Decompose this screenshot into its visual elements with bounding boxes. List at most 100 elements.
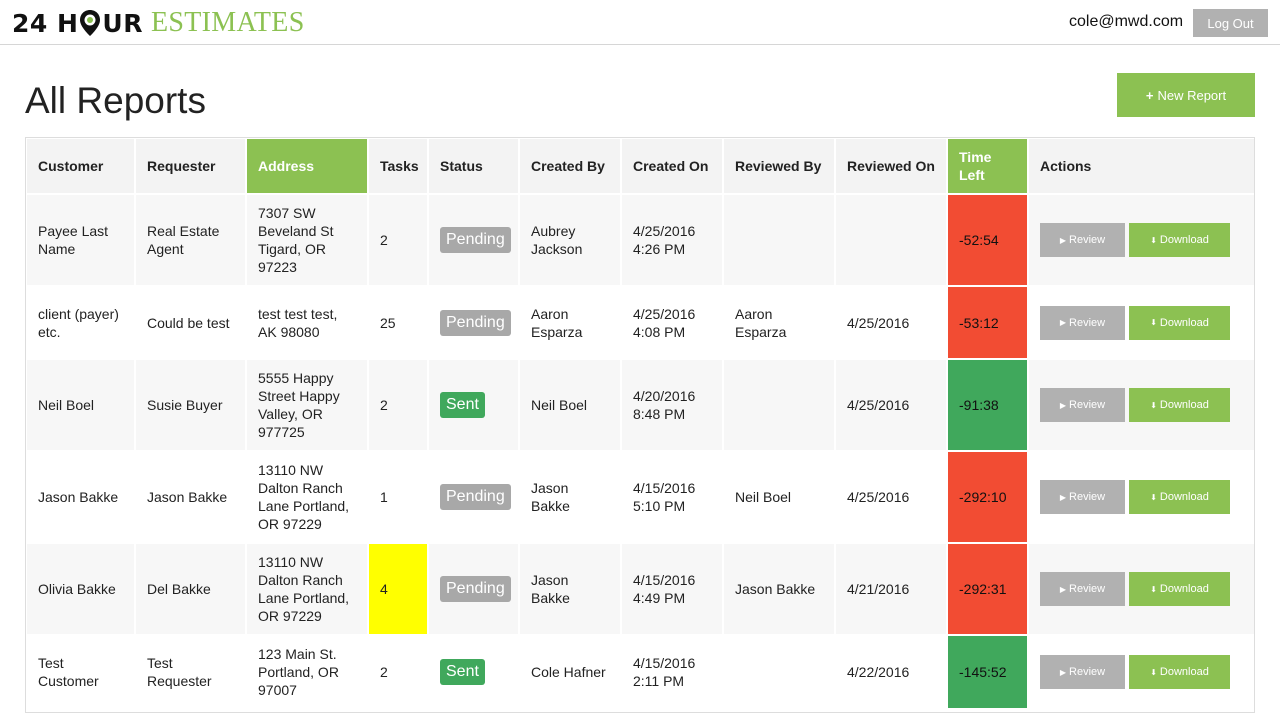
cell-created-by: Aubrey Jackson [520, 195, 620, 285]
cell-reviewed-on: 4/25/2016 [836, 452, 946, 542]
review-button[interactable]: ▶ Review [1040, 305, 1125, 340]
cell-created-by: Jason Bakke [520, 544, 620, 634]
cell-status: Pending [429, 195, 518, 285]
col-header-customer[interactable]: Customer [27, 139, 134, 193]
cell-time-left: -53:12 [948, 287, 1027, 358]
cell-status: Pending [429, 452, 518, 542]
cell-tasks: 2 [369, 195, 427, 285]
col-header-requester[interactable]: Requester [136, 139, 245, 193]
table-row: Neil Boel Susie Buyer 5555 Happy Street … [27, 360, 1254, 450]
cell-reviewed-by [724, 195, 834, 285]
review-label: Review [1069, 583, 1106, 595]
cell-created-on: 4/20/2016 8:48 PM [622, 360, 722, 450]
review-button[interactable]: ▶ Review [1040, 223, 1125, 257]
cell-requester: Test Requester [136, 636, 245, 708]
col-header-status[interactable]: Status [429, 139, 518, 193]
table-row: client (payer) etc. Could be test test t… [27, 287, 1254, 358]
download-button[interactable]: ⬇ Download [1129, 655, 1230, 689]
cell-requester: Real Estate Agent [136, 195, 245, 285]
review-label: Review [1069, 234, 1106, 246]
cell-customer: Payee Last Name [27, 195, 134, 285]
download-label: Download [1159, 234, 1209, 246]
review-button[interactable]: ▶ Review [1040, 480, 1125, 514]
cell-actions: ▶ Review ⬇ Download [1029, 360, 1254, 450]
cell-tasks: 2 [369, 636, 427, 708]
cell-created-by: Jason Bakke [520, 452, 620, 542]
cell-reviewed-on [836, 195, 946, 285]
download-button[interactable]: ⬇ Download [1129, 572, 1230, 606]
cell-status: Pending [429, 544, 518, 634]
review-label: Review [1069, 316, 1106, 329]
review-label: Review [1069, 666, 1106, 678]
user-email: cole@mwd.com [1069, 13, 1184, 30]
cell-requester: Del Bakke [136, 544, 245, 634]
cell-time-left: -292:10 [948, 452, 1027, 542]
cell-customer: Olivia Bakke [27, 544, 134, 634]
download-icon: ⬇ [1150, 667, 1157, 677]
cell-customer: Neil Boel [27, 360, 134, 450]
col-header-reviewed-on[interactable]: Reviewed On [836, 139, 946, 193]
cell-requester: Could be test [136, 287, 245, 358]
cell-status: Pending [429, 287, 518, 358]
download-label: Download [1159, 491, 1209, 503]
logo-text-estimates: ESTIMATES [150, 7, 305, 38]
download-icon: ⬇ [1150, 400, 1157, 410]
cell-address: 13110 NW Dalton Ranch Lane Portland, OR … [247, 544, 367, 634]
download-button[interactable]: ⬇ Download [1129, 223, 1230, 257]
cell-time-left: -292:31 [948, 544, 1027, 634]
cell-time-left: -91:38 [948, 360, 1027, 450]
col-header-reviewed-by[interactable]: Reviewed By [724, 139, 834, 193]
table-row: Test Customer Test Requester 123 Main St… [27, 636, 1254, 708]
col-header-time-left[interactable]: Time Left [948, 139, 1027, 193]
cell-time-left: -145:52 [948, 636, 1027, 708]
cell-status: Sent [429, 636, 518, 708]
download-button[interactable]: ⬇ Download [1129, 480, 1230, 514]
cell-address: 7307 SW Beveland St Tigard, OR 97223 [247, 195, 367, 285]
cell-actions: ▶ Review ⬇ Download [1029, 195, 1254, 285]
table-header-row: Customer Requester Address Tasks Status … [27, 139, 1254, 193]
table-row: Payee Last Name Real Estate Agent 7307 S… [27, 195, 1254, 285]
col-header-address[interactable]: Address [247, 139, 367, 193]
col-header-created-by[interactable]: Created By [520, 139, 620, 193]
download-button[interactable]: ⬇ Download [1129, 305, 1230, 340]
review-label: Review [1069, 491, 1106, 503]
table-row: Jason Bakke Jason Bakke 13110 NW Dalton … [27, 452, 1254, 542]
cell-address: 5555 Happy Street Happy Valley, OR 97772… [247, 360, 367, 450]
cell-requester: Jason Bakke [136, 452, 245, 542]
review-button[interactable]: ▶ Review [1040, 572, 1125, 606]
page-title: All Reports [25, 80, 206, 121]
cell-reviewed-on: 4/25/2016 [836, 287, 946, 358]
cell-created-on: 4/15/2016 5:10 PM [622, 452, 722, 542]
download-label: Download [1159, 583, 1209, 595]
status-badge: Pending [440, 484, 511, 510]
cell-customer: client (payer) etc. [27, 287, 134, 358]
cell-reviewed-by: Aaron Esparza [724, 287, 834, 358]
col-header-tasks[interactable]: Tasks [369, 139, 427, 193]
download-label: Download [1159, 316, 1209, 329]
cell-customer: Jason Bakke [27, 452, 134, 542]
cell-tasks: 2 [369, 360, 427, 450]
review-button[interactable]: ▶ Review [1040, 388, 1125, 422]
col-header-created-on[interactable]: Created On [622, 139, 722, 193]
cell-reviewed-by [724, 360, 834, 450]
status-badge: Sent [440, 659, 485, 685]
cell-reviewed-by [724, 636, 834, 708]
cell-created-on: 4/25/2016 4:26 PM [622, 195, 722, 285]
logo[interactable]: 24 H UR ESTIMATES [12, 6, 305, 40]
logout-button[interactable]: Log Out [1193, 9, 1268, 37]
cell-customer: Test Customer [27, 636, 134, 708]
status-badge: Pending [440, 309, 511, 336]
play-icon: ▶ [1059, 400, 1067, 410]
cell-reviewed-on: 4/22/2016 [836, 636, 946, 708]
cell-time-left: -52:54 [948, 195, 1027, 285]
status-badge: Sent [440, 392, 485, 418]
cell-actions: ▶ Review ⬇ Download [1029, 636, 1254, 708]
new-report-button[interactable]: + New Report [1117, 73, 1255, 117]
download-button[interactable]: ⬇ Download [1129, 388, 1230, 422]
cell-reviewed-on: 4/21/2016 [836, 544, 946, 634]
cell-created-on: 4/15/2016 2:11 PM [622, 636, 722, 708]
play-icon: ▶ [1059, 584, 1067, 594]
review-button[interactable]: ▶ Review [1040, 655, 1125, 689]
new-report-label: New Report [1157, 87, 1227, 103]
cell-reviewed-by: Neil Boel [724, 452, 834, 542]
